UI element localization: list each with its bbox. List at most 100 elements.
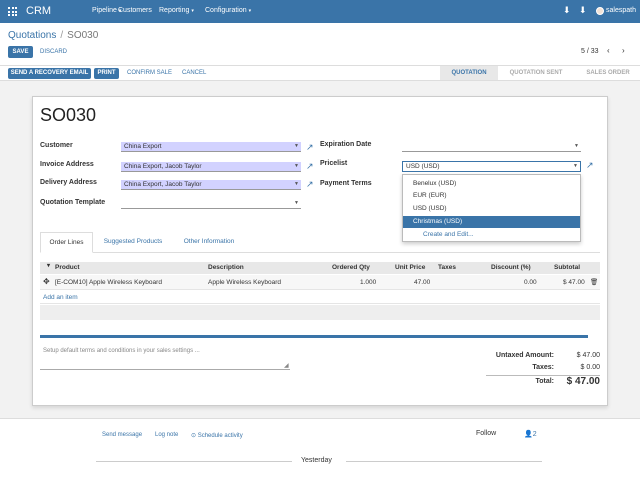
schedule-activity-button[interactable]: ⊙ Schedule activity <box>191 432 243 439</box>
cell-qty[interactable]: 1.000 <box>360 279 376 286</box>
chevron-left-icon[interactable]: ‹ <box>607 46 610 55</box>
send-message-button[interactable]: Send message <box>102 432 142 438</box>
column-description[interactable]: Description <box>208 264 244 271</box>
send-recovery-email-button[interactable]: SEND A RECOVERY EMAIL <box>8 68 91 79</box>
caret-down-icon: ▾ <box>248 8 252 14</box>
caret-down-icon[interactable]: ▼ <box>294 162 299 171</box>
cell-description[interactable]: Apple Wireless Keyboard <box>208 279 281 286</box>
quotation-template-field[interactable]: ▼ <box>121 199 301 209</box>
caret-down-icon[interactable]: ▼ <box>573 162 578 171</box>
confirm-sale-button[interactable]: CONFIRM SALE <box>127 70 172 76</box>
follow-button[interactable]: Follow <box>476 430 496 437</box>
breadcrumb-quotations[interactable]: Quotations <box>8 30 56 41</box>
menu-configuration[interactable]: Configuration ▾ <box>205 7 251 14</box>
tab-order-lines[interactable]: Order Lines <box>40 232 93 253</box>
external-link-icon[interactable]: ↗ <box>306 142 314 153</box>
breadcrumb-separator: / <box>60 30 64 41</box>
dropdown-option[interactable]: EUR (EUR) <box>403 190 580 202</box>
column-subtotal[interactable]: Subtotal <box>554 264 580 271</box>
dropdown-option[interactable]: Benelux (USD) <box>403 178 580 190</box>
invoice-address-field[interactable]: China Export, Jacob Taylor ▼ <box>121 162 301 172</box>
delivery-address-label: Delivery Address <box>40 179 97 186</box>
followers-button[interactable]: 👤2 <box>524 430 537 438</box>
cell-subtotal: $ 47.00 <box>563 279 585 286</box>
user-name[interactable]: salespath <box>606 7 636 14</box>
breadcrumb: Quotations / SO030 <box>8 30 98 41</box>
dropdown-option-selected[interactable]: Christmas (USD) <box>403 216 580 228</box>
add-item-row: Add an item <box>40 291 600 304</box>
column-discount[interactable]: Discount (%) <box>491 264 531 271</box>
external-link-icon[interactable]: ↗ <box>306 161 314 172</box>
menu-configuration-label: Configuration <box>205 7 247 14</box>
discuss-icon[interactable]: ⬇ <box>579 5 587 16</box>
column-unit-price[interactable]: Unit Price <box>395 264 425 271</box>
date-separator: Yesterday <box>301 457 332 464</box>
quotation-template-label: Quotation Template <box>40 199 106 206</box>
sort-caret-icon: ▾ <box>47 263 51 269</box>
stage-quotation-sent[interactable]: QUOTATION SENT <box>500 66 572 80</box>
menu-pipeline-label: Pipeline <box>92 7 117 14</box>
activity-icon[interactable]: ⬇ <box>563 5 571 16</box>
stage-sales-order[interactable]: SALES ORDER <box>576 66 640 80</box>
dropdown-option[interactable]: USD (USD) <box>403 203 580 215</box>
app-name: CRM <box>26 5 52 17</box>
pricelist-field[interactable]: USD (USD) ▼ <box>402 161 581 172</box>
date-separator-line <box>346 461 542 462</box>
pricelist-value: USD (USD) <box>406 163 440 170</box>
pricelist-label: Pricelist <box>320 160 348 167</box>
top-navbar: CRM Pipeline ▾ Customers Reporting ▾ Confi… <box>0 0 640 23</box>
invoice-address-value: China Export, Jacob Taylor <box>124 163 202 170</box>
external-link-icon[interactable]: ↗ <box>586 160 594 171</box>
caret-down-icon[interactable]: ▼ <box>574 142 579 151</box>
resize-handle-icon[interactable]: ◢ <box>284 362 289 369</box>
drag-handle-icon[interactable]: ✥ <box>43 277 50 286</box>
apps-grid-icon[interactable] <box>8 7 17 16</box>
expiration-date-label: Expiration Date <box>320 141 372 148</box>
external-link-icon[interactable]: ↗ <box>306 179 314 190</box>
tab-suggested-products[interactable]: Suggested Products <box>96 232 170 253</box>
pager-counter[interactable]: 5 / 33 <box>581 48 599 55</box>
date-separator-line <box>96 461 292 462</box>
schedule-activity-label: Schedule activity <box>197 433 243 439</box>
caret-down-icon[interactable]: ▼ <box>294 142 299 151</box>
table-footer-bar <box>40 335 588 338</box>
print-button[interactable]: PRINT <box>94 68 119 79</box>
save-button[interactable]: SAVE <box>8 46 33 58</box>
discard-button[interactable]: DISCARD <box>40 49 67 55</box>
delivery-address-field[interactable]: China Export, Jacob Taylor ▼ <box>121 180 301 190</box>
page-title: SO030 <box>40 105 97 125</box>
notes-placeholder: Setup default terms and conditions in yo… <box>43 348 200 354</box>
caret-down-icon[interactable]: ▼ <box>294 199 299 208</box>
column-ordered-qty[interactable]: Ordered Qty <box>332 264 370 271</box>
cell-unit-price[interactable]: 47.00 <box>414 279 430 286</box>
breadcrumb-current: SO030 <box>67 30 99 41</box>
column-product[interactable]: Product <box>55 264 80 271</box>
create-and-edit-option[interactable]: Create and Edit... <box>403 229 580 241</box>
customer-field[interactable]: China Export ▼ <box>121 142 301 152</box>
log-note-button[interactable]: Log note <box>155 432 178 438</box>
empty-row <box>40 305 600 320</box>
add-item-link[interactable]: Add an item <box>43 294 78 301</box>
pricelist-dropdown: Benelux (USD) EUR (EUR) USD (USD) Christ… <box>402 174 581 242</box>
caret-down-icon[interactable]: ▼ <box>294 180 299 189</box>
trash-icon[interactable]: 🗑 <box>590 278 598 286</box>
tab-other-information[interactable]: Other Information <box>174 232 244 253</box>
terms-notes-field[interactable]: Setup default terms and conditions in yo… <box>40 346 290 370</box>
menu-reporting[interactable]: Reporting ▾ <box>159 7 194 14</box>
expiration-date-field[interactable]: ▼ <box>402 142 581 152</box>
cell-product[interactable]: [E-COM10] Apple Wireless Keyboard <box>55 279 162 286</box>
chevron-right-icon[interactable]: › <box>622 46 625 55</box>
stage-quotation[interactable]: QUOTATION <box>440 66 498 80</box>
cell-discount[interactable]: 0.00 <box>524 279 537 286</box>
untaxed-amount-value: $ 47.00 <box>576 352 600 359</box>
cancel-button[interactable]: CANCEL <box>182 70 206 76</box>
customer-value: China Export <box>124 143 162 150</box>
column-taxes[interactable]: Taxes <box>438 264 456 271</box>
chatter <box>0 418 640 478</box>
avatar[interactable] <box>596 7 604 15</box>
menu-customers[interactable]: Customers <box>118 7 152 14</box>
table-row[interactable]: ✥ [E-COM10] Apple Wireless Keyboard Appl… <box>40 275 600 290</box>
total-value: $ 47.00 <box>566 376 600 387</box>
invoice-address-label: Invoice Address <box>40 161 94 168</box>
table-header: ▾ Product Description Ordered Qty Unit P… <box>40 262 600 274</box>
